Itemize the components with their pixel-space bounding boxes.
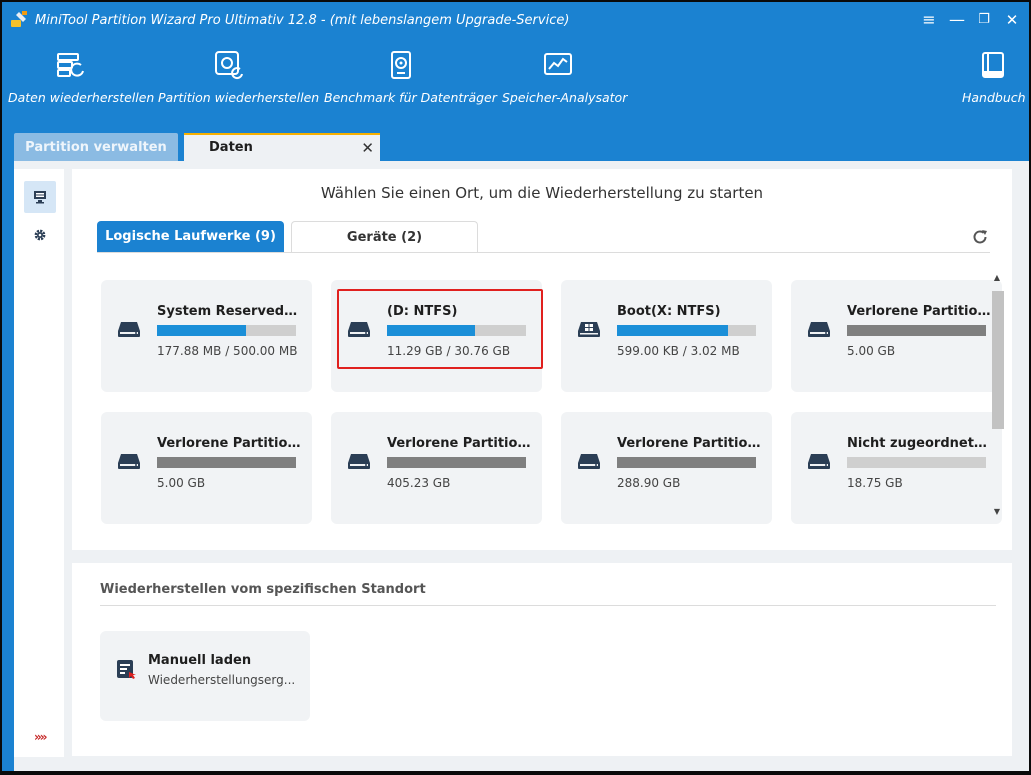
toolbar-label: Benchmark für Datenträger (324, 90, 497, 105)
drive-card[interactable]: Verlorene Partition 4 288.90 GB (561, 412, 772, 524)
usage-bar-fill (387, 457, 526, 468)
section-title: Wiederherstellen vom spezifischen Stando… (100, 582, 426, 597)
drive-size: 18.75 GB (847, 476, 903, 490)
location-panel: Wählen Sie einen Ort, um die Wiederherst… (72, 169, 1012, 550)
usage-bar (847, 325, 986, 336)
drive-card[interactable]: Verlorene Partition 3 405.23 GB (331, 412, 542, 524)
window-title: MiniTool Partition Wizard Pro Ultimativ … (35, 13, 570, 28)
usage-bar (387, 457, 526, 468)
content-area: »» Wählen Sie einen Ort, um die Wiederhe… (14, 161, 1029, 771)
drive-name: Verlorene Partition 2 (157, 436, 302, 451)
partition-recovery-icon (215, 51, 243, 80)
toolbar-label: Handbuch (962, 90, 1026, 105)
toolbar-partition-recovery-button[interactable]: Partition wiederherstellen (158, 50, 320, 105)
close-tab-icon[interactable]: ✕ (361, 135, 374, 161)
hard-drive-icon (808, 454, 830, 469)
scroll-down-icon[interactable]: ▼ (990, 507, 1004, 516)
drive-name: Verlorene Partition 3 (387, 436, 532, 451)
usage-bar-fill (157, 325, 246, 336)
manual-load-label: Manuell laden (148, 653, 252, 668)
manual-load-card[interactable]: Manuell laden Wiederherstellungserg... (100, 631, 310, 721)
usage-bar-fill (617, 325, 729, 336)
load-file-icon (117, 660, 136, 679)
hard-drive-icon (808, 322, 830, 337)
tab-data-recovery[interactable]: Daten wiederherstellen ✕ (184, 133, 380, 181)
gear-icon (34, 229, 46, 241)
toolbar-label: Speicher-Analysator (502, 90, 628, 105)
close-window-button[interactable]: ✕ (1000, 10, 1024, 30)
toolbar-space-analyzer-button[interactable]: Speicher-Analysator (502, 50, 628, 105)
drive-size: 599.00 KB / 3.02 MB (617, 344, 740, 358)
windows-drive-icon (578, 322, 600, 337)
drive-size: 5.00 GB (157, 476, 206, 490)
hard-drive-icon (118, 322, 140, 337)
hard-drive-icon (348, 454, 370, 469)
space-analyzer-icon (544, 53, 572, 75)
manual-book-icon (982, 52, 1004, 78)
scrollbar-thumb[interactable] (992, 291, 1004, 429)
usage-bar (847, 457, 986, 468)
app-window: MiniTool Partition Wizard Pro Ultimativ … (2, 2, 1029, 771)
sidebar-settings-button[interactable] (24, 219, 56, 251)
toolbar-data-recovery-button[interactable]: Daten wiederherstellen (8, 50, 155, 105)
hard-drive-icon (578, 454, 600, 469)
tab-divider (97, 252, 990, 253)
usage-bar (157, 457, 296, 468)
toolbar-disk-benchmark-button[interactable]: Benchmark für Datenträger (324, 50, 497, 105)
drive-card[interactable]: Verlorene Partition 2 5.00 GB (101, 412, 312, 524)
usage-bar (617, 457, 756, 468)
toolbar-manual-button[interactable]: Handbuch (962, 50, 1026, 105)
selection-highlight (337, 289, 543, 369)
data-recovery-icon (57, 53, 84, 77)
page-title: Wählen Sie einen Ort, um die Wiederherst… (320, 184, 764, 202)
tab-logical-drives[interactable]: Logische Laufwerke (9) (97, 221, 284, 253)
drive-size: 177.88 MB / 500.00 MB (157, 344, 298, 358)
tab-devices[interactable]: Geräte (2) (291, 221, 478, 253)
refresh-icon[interactable] (970, 227, 990, 247)
title-bar: MiniTool Partition Wizard Pro Ultimativ … (2, 2, 1029, 38)
minimize-button[interactable]: — (945, 10, 969, 30)
sidebar-recovery-button[interactable] (24, 181, 56, 213)
drive-card[interactable]: Nicht zugeordneter 1 18.75 GB (791, 412, 1002, 524)
menu-icon[interactable]: ≡ (917, 10, 941, 30)
app-logo-icon (11, 11, 27, 27)
drive-card[interactable]: Boot(X: NTFS) 599.00 KB / 3.02 MB (561, 280, 772, 392)
toolbar-label: Daten wiederherstellen (8, 90, 155, 105)
monitor-icon (34, 191, 46, 204)
drive-name: Nicht zugeordneter 1 (847, 436, 992, 451)
usage-bar (157, 325, 296, 336)
drive-name: System Reserved(C:... (157, 304, 302, 319)
section-divider (100, 605, 996, 606)
drive-card[interactable]: System Reserved(C:... 177.88 MB / 500.00 … (101, 280, 312, 392)
usage-bar-fill (617, 457, 756, 468)
usage-bar (617, 325, 756, 336)
usage-bar-fill (847, 325, 986, 336)
drive-name: Verlorene Partition 4 (617, 436, 762, 451)
manual-load-subtitle: Wiederherstellungserg... (148, 673, 296, 687)
drive-card[interactable]: Verlorene Partition 1 5.00 GB (791, 280, 1002, 392)
drive-name: Verlorene Partition 1 (847, 304, 992, 319)
specific-location-panel: Wiederherstellen vom spezifischen Stando… (72, 563, 1012, 756)
hard-drive-icon (118, 454, 140, 469)
drive-name: Boot(X: NTFS) (617, 304, 721, 319)
drive-size: 5.00 GB (847, 344, 896, 358)
toolbar-label: Partition wiederherstellen (158, 90, 320, 105)
disk-benchmark-icon (391, 51, 411, 79)
restore-button[interactable]: ❐ (972, 10, 996, 30)
scroll-up-icon[interactable]: ▲ (990, 273, 1004, 282)
expand-sidebar-icon[interactable]: »» (34, 730, 47, 744)
tab-partition-manage[interactable]: Partition verwalten (14, 133, 178, 161)
drive-size: 288.90 GB (617, 476, 681, 490)
left-sidebar: »» (14, 169, 64, 757)
usage-bar-fill (157, 457, 296, 468)
drive-size: 405.23 GB (387, 476, 451, 490)
